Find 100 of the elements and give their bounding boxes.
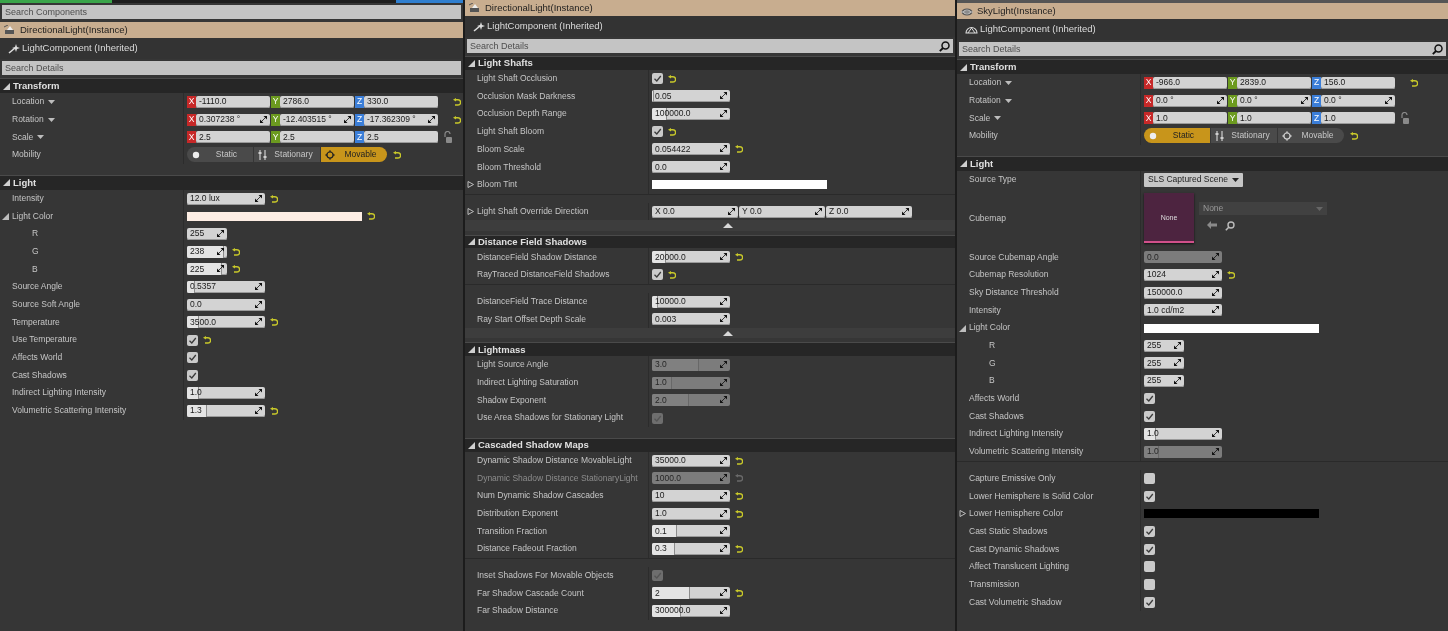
- reset-arrow-icon[interactable]: [453, 115, 461, 124]
- collapse-arrow-icon[interactable]: [3, 82, 10, 90]
- color-swatch[interactable]: [1144, 509, 1319, 519]
- checkbox[interactable]: [1144, 410, 1155, 422]
- number-field[interactable]: Z 0.0: [826, 205, 912, 218]
- mobility-option[interactable]: Stationary: [254, 147, 320, 163]
- checkbox[interactable]: [187, 352, 198, 364]
- number-field[interactable]: 1.0: [1153, 112, 1227, 125]
- number-field[interactable]: 10: [652, 490, 730, 503]
- advanced-toggle[interactable]: [723, 222, 733, 229]
- drag-arrows-icon[interactable]: [1212, 288, 1219, 296]
- drag-arrows-icon[interactable]: [255, 194, 262, 202]
- checkbox[interactable]: [1144, 393, 1155, 405]
- reset-arrow-icon[interactable]: [270, 318, 278, 327]
- checkbox[interactable]: [652, 269, 663, 281]
- asset-dropdown[interactable]: None: [1199, 202, 1327, 216]
- drag-arrows-icon[interactable]: [1174, 359, 1181, 367]
- reset-arrow-icon[interactable]: [393, 150, 401, 159]
- caret-icon[interactable]: [994, 116, 1002, 121]
- number-field[interactable]: 1.0: [652, 507, 730, 520]
- drag-arrows-icon[interactable]: [720, 607, 727, 615]
- number-field[interactable]: Y 0.0: [739, 205, 825, 218]
- reset-arrow-icon[interactable]: [1410, 78, 1418, 87]
- reset-arrow-icon[interactable]: [735, 509, 743, 518]
- number-field[interactable]: 238: [187, 245, 227, 258]
- number-field[interactable]: 0.307238 °: [196, 113, 270, 126]
- number-field[interactable]: 0.0 °: [1237, 94, 1311, 107]
- checkbox[interactable]: [1144, 561, 1155, 573]
- drag-arrows-icon[interactable]: [255, 283, 262, 291]
- checkbox[interactable]: [652, 73, 663, 85]
- caret-icon[interactable]: [1231, 177, 1239, 182]
- collapse-arrow-icon[interactable]: [959, 324, 966, 332]
- drag-arrows-icon[interactable]: [720, 315, 727, 323]
- number-field[interactable]: 2.5: [280, 131, 354, 144]
- drag-arrows-icon[interactable]: [720, 509, 727, 517]
- search-icon[interactable]: [1432, 43, 1443, 55]
- drag-arrows-icon[interactable]: [255, 406, 262, 414]
- checkbox[interactable]: [652, 126, 663, 138]
- reset-arrow-icon[interactable]: [453, 97, 461, 106]
- number-field[interactable]: 300000.0: [652, 605, 730, 618]
- mobility-option[interactable]: Static: [187, 147, 253, 163]
- drag-arrows-icon[interactable]: [720, 297, 727, 305]
- color-swatch[interactable]: [1144, 323, 1319, 333]
- caret-icon[interactable]: [47, 117, 55, 122]
- number-field[interactable]: 2.5: [364, 131, 438, 144]
- section-header[interactable]: Light: [0, 174, 463, 190]
- number-field[interactable]: -1110.0: [196, 95, 270, 108]
- search-icon[interactable]: [939, 40, 950, 52]
- section-header[interactable]: Lightmass: [465, 342, 955, 357]
- drag-arrows-icon[interactable]: [260, 115, 267, 123]
- drag-arrows-icon[interactable]: [720, 545, 727, 553]
- advanced-toggle[interactable]: [723, 330, 733, 337]
- number-field[interactable]: 0.05: [652, 90, 730, 103]
- number-field[interactable]: 0.5357: [187, 281, 265, 294]
- reset-arrow-icon[interactable]: [270, 194, 278, 203]
- number-field[interactable]: 255: [1144, 357, 1184, 370]
- checkbox[interactable]: [187, 369, 198, 381]
- number-field[interactable]: 2: [652, 587, 730, 600]
- reset-arrow-icon[interactable]: [735, 492, 743, 501]
- number-field[interactable]: 150000.0: [1144, 286, 1222, 299]
- caret-icon[interactable]: [1005, 80, 1013, 85]
- arrow-left-icon[interactable]: [1207, 221, 1217, 230]
- drag-arrows-icon[interactable]: [720, 145, 727, 153]
- reset-arrow-icon[interactable]: [367, 212, 375, 221]
- lock-icon[interactable]: [443, 131, 452, 144]
- number-field[interactable]: 330.0: [364, 95, 438, 108]
- checkbox[interactable]: [1144, 490, 1155, 502]
- drag-arrows-icon[interactable]: [720, 110, 727, 118]
- reset-arrow-icon[interactable]: [1350, 131, 1358, 140]
- number-field[interactable]: 100000.0: [652, 108, 730, 121]
- checkbox[interactable]: [1144, 596, 1155, 608]
- drag-arrows-icon[interactable]: [1301, 96, 1308, 104]
- collapse-arrow-icon[interactable]: [960, 63, 967, 71]
- section-header[interactable]: Distance Field Shadows: [465, 234, 955, 249]
- number-field[interactable]: 255: [187, 227, 227, 240]
- number-field[interactable]: -17.362309 °: [364, 113, 438, 126]
- checkbox[interactable]: [1144, 579, 1155, 591]
- collapse-arrow-icon[interactable]: [3, 179, 10, 187]
- number-field[interactable]: 0.0: [652, 161, 730, 174]
- color-swatch[interactable]: [652, 180, 827, 190]
- dropdown[interactable]: SLS Captured Scene: [1144, 172, 1243, 187]
- reset-arrow-icon[interactable]: [735, 253, 743, 262]
- drag-arrows-icon[interactable]: [720, 456, 727, 464]
- number-field[interactable]: 20000.0: [652, 251, 730, 264]
- number-field[interactable]: 12.0 lux: [187, 192, 265, 205]
- drag-arrows-icon[interactable]: [1212, 430, 1219, 438]
- checkbox[interactable]: [1144, 526, 1155, 538]
- number-field[interactable]: 2839.0: [1237, 76, 1311, 89]
- reset-arrow-icon[interactable]: [203, 336, 211, 345]
- drag-arrows-icon[interactable]: [217, 265, 224, 273]
- number-field[interactable]: 0.1: [652, 525, 730, 538]
- number-field[interactable]: X 0.0: [652, 205, 738, 218]
- checkbox[interactable]: [187, 334, 198, 346]
- drag-arrows-icon[interactable]: [1217, 96, 1224, 104]
- caret-icon[interactable]: [48, 99, 56, 104]
- number-field[interactable]: 0.003: [652, 313, 730, 326]
- mobility-option[interactable]: Movable: [1278, 128, 1344, 144]
- reset-arrow-icon[interactable]: [735, 589, 743, 598]
- drag-arrows-icon[interactable]: [217, 247, 224, 255]
- drag-arrows-icon[interactable]: [344, 115, 351, 123]
